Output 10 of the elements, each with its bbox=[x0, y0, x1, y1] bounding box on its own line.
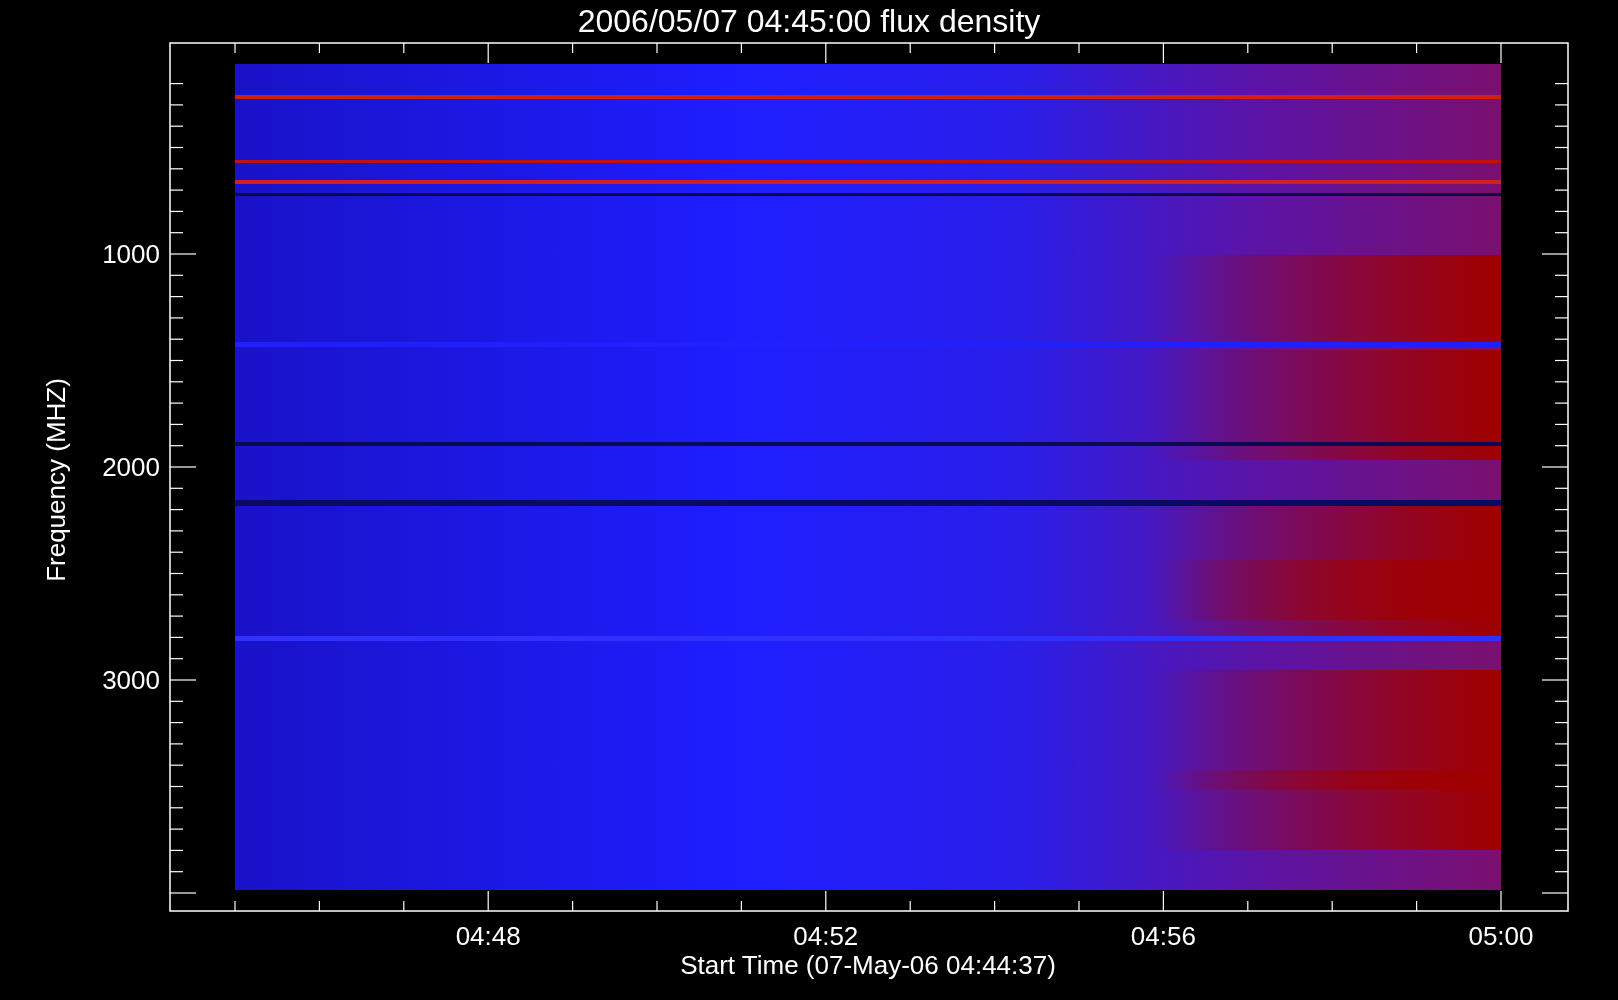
tick-label: 05:00 bbox=[1468, 921, 1534, 951]
tick-label: 04:56 bbox=[1130, 921, 1196, 951]
tick-label: 1000 bbox=[102, 239, 160, 269]
axis-label: Frequency (MHZ) bbox=[41, 378, 71, 582]
tick-label: 04:48 bbox=[455, 921, 521, 951]
chart-title: 2006/05/07 04:45:00 flux density bbox=[577, 3, 1041, 39]
tick-label: 04:52 bbox=[793, 921, 859, 951]
axis-label: Start Time (07-May-06 04:44:37) bbox=[680, 950, 1056, 980]
tick-label: 2000 bbox=[102, 452, 160, 482]
tick-label: 3000 bbox=[102, 665, 160, 695]
